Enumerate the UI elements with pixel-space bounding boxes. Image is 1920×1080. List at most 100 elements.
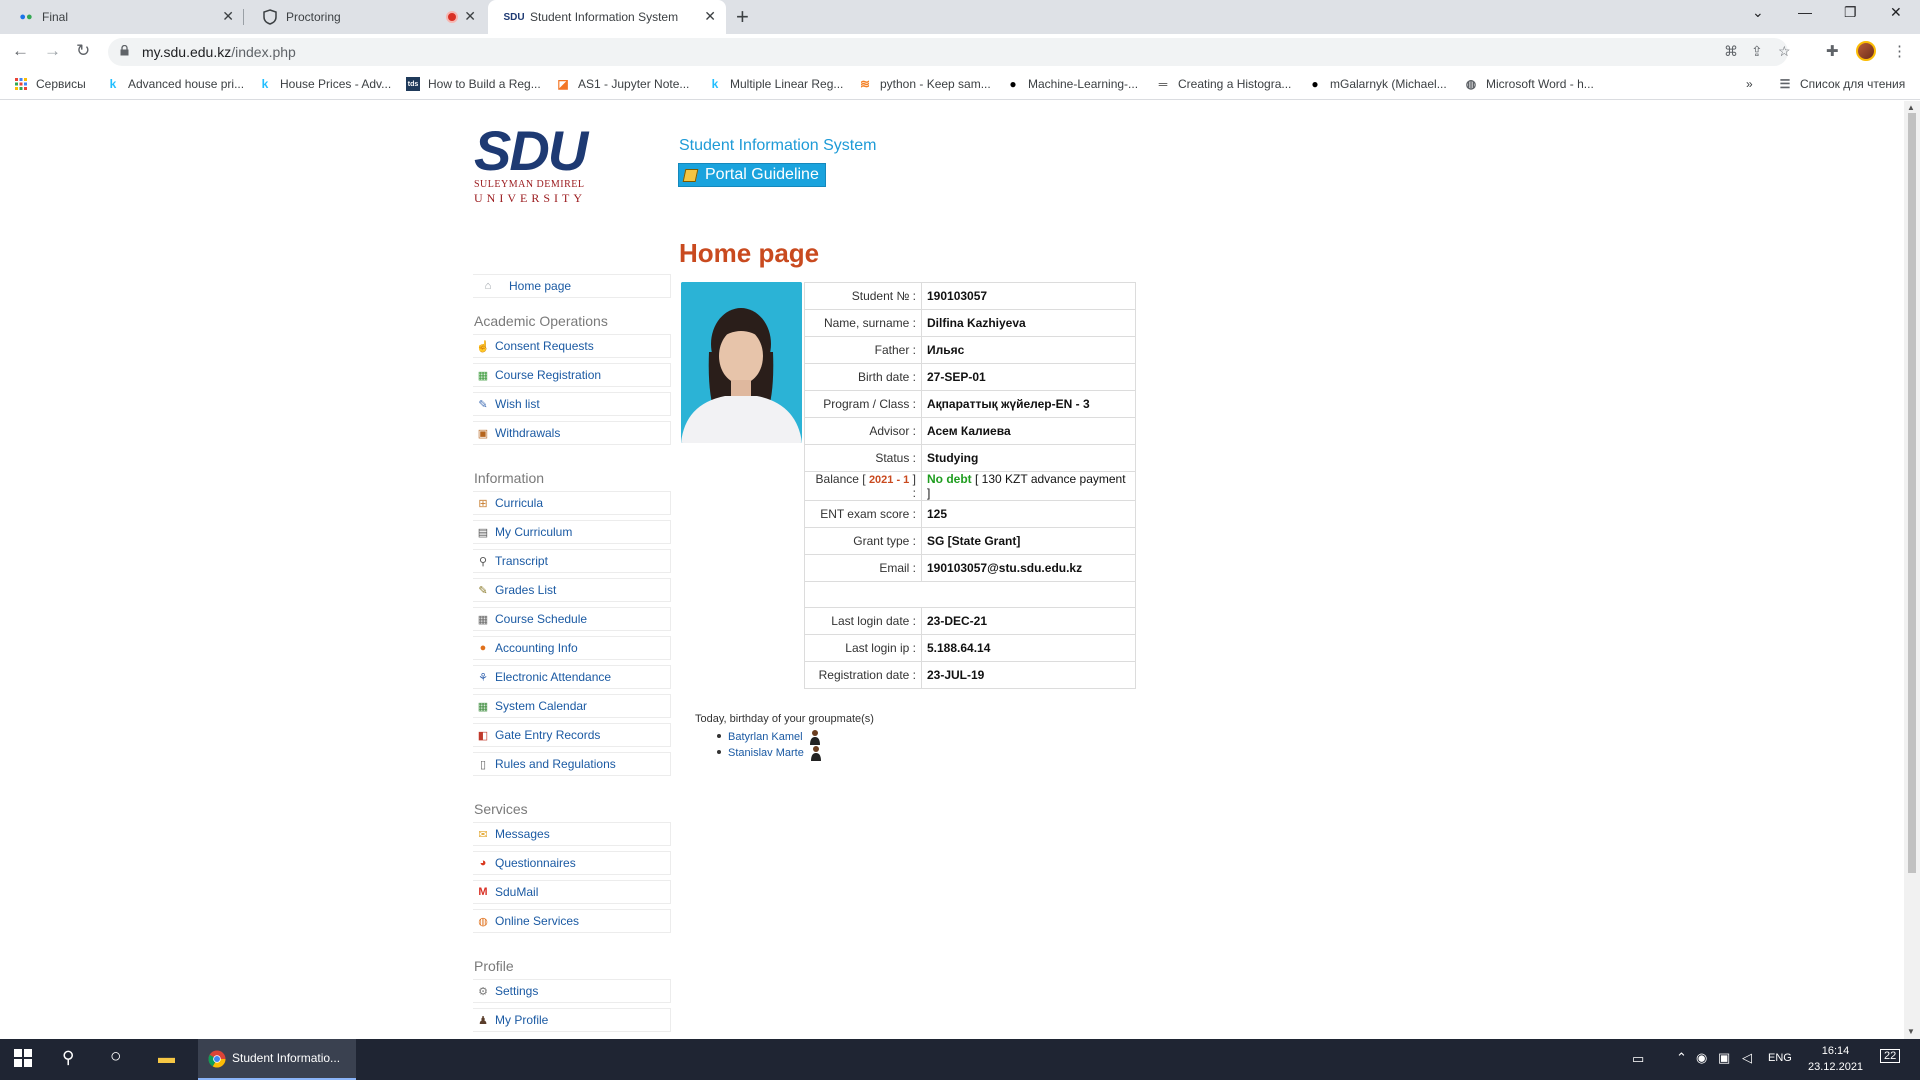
browser-tab-sis[interactable]: SDU Student Information System ✕ bbox=[488, 0, 726, 34]
bookmark-label: Advanced house pri... bbox=[128, 77, 245, 91]
bookmark-item[interactable]: k Advanced house pri... bbox=[106, 77, 244, 91]
sidebar-item-accounting-info[interactable]: ● Accounting Info bbox=[473, 636, 671, 660]
sidebar-item-wish-list[interactable]: ✎ Wish list bbox=[473, 392, 671, 416]
menu-icon[interactable]: ⋮ bbox=[1892, 42, 1907, 60]
restore-icon[interactable]: ❐ bbox=[1844, 4, 1857, 21]
bookmark-item[interactable]: k House Prices - Adv... bbox=[258, 77, 392, 91]
page-viewport: SDU SULEYMAN DEMIREL UNIVERSITY Student … bbox=[0, 101, 1904, 1039]
sidebar-item-label: Course Registration bbox=[495, 368, 602, 382]
extensions-icon[interactable]: ✚ bbox=[1826, 42, 1839, 60]
birthday-person-link[interactable]: Batyrlan Kamel bbox=[728, 731, 803, 743]
sidebar-item-my-curriculum[interactable]: ▤ My Curriculum bbox=[473, 520, 671, 544]
bookmark-item[interactable]: ≋ python - Keep sam... bbox=[858, 77, 991, 91]
sidebar-item-messages[interactable]: ✉ Messages bbox=[473, 822, 671, 846]
bookmark-item[interactable]: ═ Creating a Histogra... bbox=[1156, 77, 1292, 91]
github-icon: ● bbox=[1311, 77, 1319, 91]
close-window-icon[interactable]: ✕ bbox=[1890, 4, 1902, 21]
bookmark-item[interactable]: k Multiple Linear Reg... bbox=[708, 77, 844, 91]
reload-icon[interactable]: ↻ bbox=[76, 41, 90, 61]
more-bookmarks-button[interactable]: » bbox=[1746, 77, 1753, 91]
vertical-scrollbar[interactable]: ▲ ▼ bbox=[1904, 101, 1920, 1039]
browser-tab-proctoring[interactable]: Proctoring ✕ bbox=[244, 0, 486, 34]
sidebar-item-curricula[interactable]: ⊞ Curricula bbox=[473, 491, 671, 515]
webcam-icon[interactable]: ◉ bbox=[1696, 1050, 1707, 1066]
pie-icon: ◕ bbox=[479, 857, 487, 869]
sidebar-item-settings[interactable]: ⚙ Settings bbox=[473, 979, 671, 1003]
table-row: Registration date :23-JUL-19 bbox=[804, 661, 1136, 689]
home-icon: ⌂ bbox=[484, 280, 492, 292]
address-bar[interactable]: my.sdu.edu.kz/index.php ⌘ ⇪ ☆ bbox=[108, 38, 1791, 66]
bookmark-item[interactable]: ● mGalarnyk (Michael... bbox=[1308, 77, 1446, 91]
bookmark-apps[interactable]: Сервисы bbox=[14, 77, 86, 91]
table-row: Student № :190103057 bbox=[804, 282, 1136, 310]
share-icon[interactable]: ⇪ bbox=[1751, 43, 1763, 60]
sidebar-item-electronic-attendance[interactable]: ⚘ Electronic Attendance bbox=[473, 665, 671, 689]
bookmark-item[interactable]: tds How to Build a Reg... bbox=[406, 77, 541, 91]
sdu-logo[interactable]: SDU SULEYMAN DEMIREL UNIVERSITY bbox=[474, 123, 594, 206]
show-hidden-icons[interactable]: ⌃ bbox=[1676, 1050, 1687, 1066]
sidebar-item-course-schedule[interactable]: ▦ Course Schedule bbox=[473, 607, 671, 631]
tab-close-icon[interactable]: ✕ bbox=[464, 8, 476, 25]
portal-guideline-button[interactable]: Portal Guideline bbox=[678, 163, 826, 187]
tab-close-icon[interactable]: ✕ bbox=[222, 8, 234, 25]
mail-icon: M bbox=[478, 886, 488, 898]
tab-search-icon[interactable]: ⌄ bbox=[1752, 4, 1764, 21]
field-label: Email : bbox=[804, 554, 922, 582]
table-row: Advisor : Асем Калиева bbox=[804, 417, 1136, 445]
field-label: Name, surname : bbox=[804, 309, 922, 337]
field-label: Registration date : bbox=[804, 661, 922, 689]
search-icon[interactable]: ⚲ bbox=[62, 1048, 74, 1068]
bookmark-star-icon[interactable]: ☆ bbox=[1778, 43, 1791, 60]
sidebar-item-consent-requests[interactable]: ☝ Consent Requests bbox=[473, 334, 671, 358]
windows-start-icon[interactable] bbox=[14, 1049, 32, 1070]
keyboard-icon[interactable]: ▭ bbox=[1632, 1051, 1644, 1067]
browser-tab-final[interactable]: ● ● Final ✕ bbox=[0, 0, 244, 34]
sidebar-item-my-profile[interactable]: ♟ My Profile bbox=[473, 1008, 671, 1032]
sidebar-item-system-calendar[interactable]: ▦ System Calendar bbox=[473, 694, 671, 718]
birthday-person[interactable]: Stanislav Marte bbox=[717, 745, 822, 761]
sidebar-item-online-services[interactable]: ◍ Online Services bbox=[473, 909, 671, 933]
sidebar-item-questionnaires[interactable]: ◕ Questionnaires bbox=[473, 851, 671, 875]
sidebar-item-rules-regulations[interactable]: ▯ Rules and Regulations bbox=[473, 752, 671, 776]
lock-icon[interactable] bbox=[120, 45, 129, 56]
clock[interactable]: 16:14 23.12.2021 bbox=[1808, 1043, 1863, 1075]
birth-date: 27-SEP-01 bbox=[921, 363, 1136, 391]
network-icon[interactable]: ▣ bbox=[1718, 1050, 1730, 1066]
translate-icon[interactable]: ⌘ bbox=[1724, 43, 1738, 60]
bookmark-item[interactable]: ● Machine-Learning-... bbox=[1006, 77, 1138, 91]
more-bookmarks-label: » bbox=[1746, 77, 1753, 91]
sidebar-item-course-registration[interactable]: ▦ Course Registration bbox=[473, 363, 671, 387]
sidebar-item-label: SduMail bbox=[495, 885, 539, 899]
url-text[interactable]: my.sdu.edu.kz/index.php bbox=[142, 44, 296, 60]
notifications-icon[interactable]: 22 bbox=[1880, 1049, 1901, 1063]
scrollbar-thumb[interactable] bbox=[1908, 113, 1916, 873]
sidebar-item-home[interactable]: ⌂ Home page bbox=[473, 274, 671, 298]
sidebar-item-sdumail[interactable]: M SduMail bbox=[473, 880, 671, 904]
profile-avatar[interactable] bbox=[1856, 41, 1876, 61]
bookmark-item[interactable]: ◪ AS1 - Jupyter Note... bbox=[556, 77, 689, 91]
sidebar-item-withdrawals[interactable]: ▣ Withdrawals bbox=[473, 421, 671, 445]
sidebar-item-transcript[interactable]: ⚲ Transcript bbox=[473, 549, 671, 573]
bookmark-label: python - Keep sam... bbox=[880, 77, 991, 91]
chrome-icon[interactable] bbox=[208, 1050, 226, 1071]
scroll-up-icon[interactable]: ▲ bbox=[1907, 103, 1915, 112]
tab-close-icon[interactable]: ✕ bbox=[704, 8, 716, 25]
birthday-person[interactable]: Batyrlan Kamel bbox=[717, 729, 821, 745]
sidebar-item-grades-list[interactable]: ✎ Grades List bbox=[473, 578, 671, 602]
minimize-icon[interactable]: — bbox=[1798, 4, 1812, 20]
globe-icon: ◍ bbox=[478, 915, 488, 928]
language-indicator[interactable]: ENG bbox=[1768, 1052, 1792, 1064]
forward-icon[interactable]: → bbox=[44, 41, 61, 61]
reading-list-button[interactable]: ☰ Список для чтения bbox=[1778, 77, 1906, 91]
sidebar-item-gate-entry-records[interactable]: ◧ Gate Entry Records bbox=[473, 723, 671, 747]
file-explorer-icon[interactable]: ▬ bbox=[158, 1048, 175, 1068]
browser-tab-strip: ● ● Final ✕ Proctoring ✕ SDU Student Info… bbox=[0, 0, 1920, 34]
scroll-down-icon[interactable]: ▼ bbox=[1907, 1027, 1915, 1036]
empty-cell bbox=[804, 581, 1136, 608]
volume-icon[interactable]: ◁ bbox=[1742, 1050, 1752, 1066]
back-icon[interactable]: ← bbox=[12, 41, 29, 61]
bookmark-item[interactable]: ◍ Microsoft Word - h... bbox=[1464, 77, 1594, 91]
birthday-person-link[interactable]: Stanislav Marte bbox=[728, 747, 804, 759]
new-tab-icon[interactable]: + bbox=[736, 4, 749, 30]
cortana-icon[interactable]: ○ bbox=[110, 1046, 121, 1068]
